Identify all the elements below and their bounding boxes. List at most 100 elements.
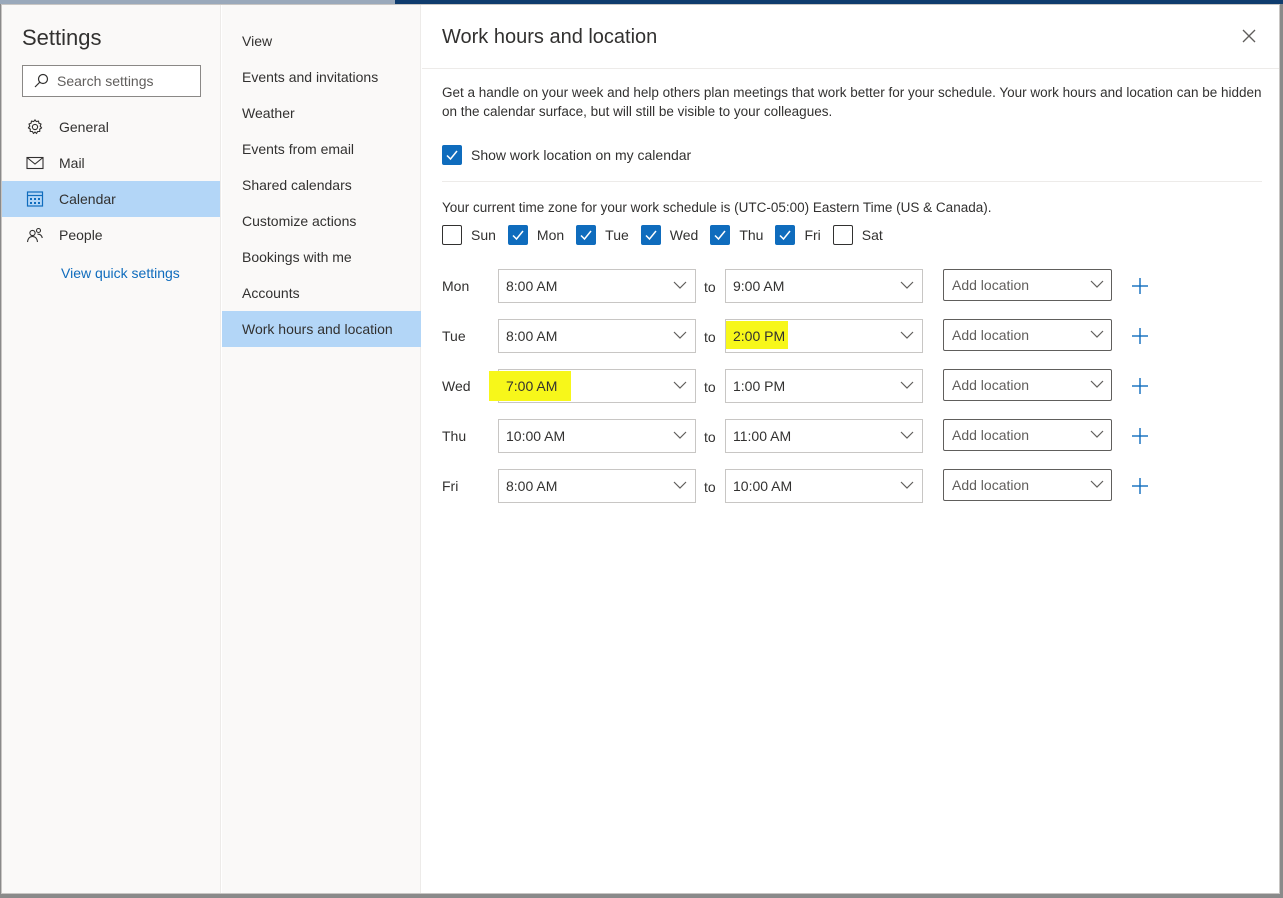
chevron-down-icon (900, 281, 914, 289)
schedule-day-label: Tue (442, 328, 466, 344)
to-label: to (704, 379, 716, 395)
nav-item-label: General (59, 119, 109, 135)
location-placeholder: Add location (952, 377, 1030, 393)
location-dropdown[interactable]: Add location (943, 419, 1112, 451)
chevron-down-icon (900, 481, 914, 489)
search-icon (34, 73, 49, 88)
subnav-item-customize-actions[interactable]: Customize actions (222, 203, 421, 239)
subnav-item-work-hours[interactable]: Work hours and location (222, 311, 421, 347)
show-location-label: Show work location on my calendar (471, 147, 692, 163)
view-quick-settings-link[interactable]: View quick settings (61, 265, 180, 281)
checkbox[interactable] (507, 225, 528, 245)
end-time-dropdown[interactable]: 11:00 AM (725, 419, 923, 453)
nav-item-calendar[interactable]: Calendar (2, 181, 220, 217)
location-dropdown[interactable]: Add location (943, 269, 1112, 301)
checkbox[interactable] (442, 225, 462, 245)
subnav-item-weather[interactable]: Weather (222, 95, 421, 131)
location-placeholder: Add location (952, 327, 1030, 343)
chevron-down-icon (1090, 480, 1104, 488)
divider (442, 181, 1262, 182)
checkbox[interactable] (775, 225, 796, 245)
start-time-value: 7:00 AM (506, 378, 558, 394)
plus-icon[interactable] (1131, 277, 1149, 295)
location-placeholder: Add location (952, 477, 1030, 493)
subnav-item-bookings[interactable]: Bookings with me (222, 239, 421, 275)
day-checkbox-sat[interactable]: Sat (832, 225, 883, 245)
page-title: Work hours and location (442, 26, 658, 48)
nav-item-general[interactable]: General (2, 109, 220, 145)
start-time-value: 8:00 AM (506, 478, 558, 494)
subnav-item-view[interactable]: View (222, 23, 421, 59)
end-time-dropdown[interactable]: 10:00 AM (725, 469, 923, 503)
show-location-checkbox[interactable] (442, 145, 462, 165)
description-text: Get a handle on your week and help other… (442, 85, 1262, 119)
start-time-dropdown[interactable]: 8:00 AM (498, 469, 696, 503)
checkbox[interactable] (576, 225, 597, 245)
nav-item-mail[interactable]: Mail (2, 145, 220, 181)
day-label: Fri (804, 227, 821, 243)
end-time-dropdown[interactable]: 1:00 PM (725, 369, 923, 403)
search-box[interactable] (22, 65, 201, 97)
subnav-item-accounts[interactable]: Accounts (222, 275, 421, 311)
day-checkbox-fri[interactable]: Fri (775, 225, 821, 245)
to-label: to (704, 329, 716, 345)
subnav-item-events-invitations[interactable]: Events and invitations (222, 59, 421, 95)
close-icon[interactable] (1240, 27, 1258, 45)
chevron-down-icon (673, 481, 687, 489)
checkmark-icon (714, 230, 726, 241)
chevron-down-icon (1090, 330, 1104, 338)
plus-icon[interactable] (1131, 377, 1149, 395)
location-dropdown[interactable]: Add location (943, 369, 1112, 401)
day-label: Mon (536, 227, 565, 243)
end-time-dropdown[interactable]: 9:00 AM (725, 269, 923, 303)
start-time-dropdown[interactable]: 10:00 AM (498, 419, 696, 453)
end-time-dropdown[interactable]: 2:00 PM (725, 319, 923, 353)
start-time-dropdown[interactable]: 8:00 AM (498, 319, 696, 353)
plus-icon[interactable] (1131, 427, 1149, 445)
location-placeholder: Add location (952, 427, 1030, 443)
settings-window: Settings General (1, 4, 1280, 894)
start-time-value: 10:00 AM (506, 428, 566, 444)
chevron-down-icon (900, 431, 914, 439)
checkbox[interactable] (710, 225, 731, 245)
end-time-value: 9:00 AM (733, 278, 785, 294)
plus-icon[interactable] (1131, 327, 1149, 345)
schedule-day-label: Thu (442, 428, 467, 444)
day-checkbox-mon[interactable]: Mon (507, 225, 565, 245)
checkbox[interactable] (832, 225, 853, 245)
location-dropdown[interactable]: Add location (943, 469, 1112, 501)
chevron-down-icon (900, 331, 914, 339)
checkmark-icon (580, 230, 592, 241)
subnav-item-events-from-email[interactable]: Events from email (222, 131, 421, 167)
end-time-value: 1:00 PM (733, 378, 786, 394)
end-time-value: 11:00 AM (733, 428, 792, 444)
start-time-dropdown[interactable]: 8:00 AM (498, 269, 696, 303)
day-checkbox-thu[interactable]: Thu (710, 225, 763, 245)
plus-icon[interactable] (1131, 477, 1149, 495)
settings-nav-pane: Settings General (2, 5, 221, 893)
end-time-value: 2:00 PM (733, 328, 786, 344)
chevron-down-icon (1090, 380, 1104, 388)
chevron-down-icon (673, 331, 687, 339)
timezone-text: Your current time zone for your work sch… (442, 200, 992, 215)
checkmark-icon (645, 230, 657, 241)
day-checkbox-sun[interactable]: Sun (442, 225, 496, 245)
day-checkbox-tue[interactable]: Tue (576, 225, 629, 245)
show-location-row[interactable]: Show work location on my calendar (442, 145, 691, 165)
start-time-value: 8:00 AM (506, 278, 558, 294)
mail-icon (26, 154, 44, 172)
search-input[interactable] (57, 73, 187, 89)
checkmark-icon (512, 230, 524, 241)
location-dropdown[interactable]: Add location (943, 319, 1112, 351)
nav-item-people[interactable]: People (2, 217, 220, 253)
checkmark-icon (446, 150, 458, 161)
divider (422, 68, 1279, 69)
settings-title: Settings (22, 25, 102, 50)
nav-item-label: Calendar (59, 191, 116, 207)
subnav-item-shared-calendars[interactable]: Shared calendars (222, 167, 421, 203)
day-checkbox-wed[interactable]: Wed (640, 225, 698, 245)
checkbox[interactable] (640, 225, 661, 245)
chevron-down-icon (1090, 280, 1104, 288)
start-time-dropdown[interactable]: 7:00 AM (489, 369, 696, 403)
nav-item-label: People (59, 227, 103, 243)
